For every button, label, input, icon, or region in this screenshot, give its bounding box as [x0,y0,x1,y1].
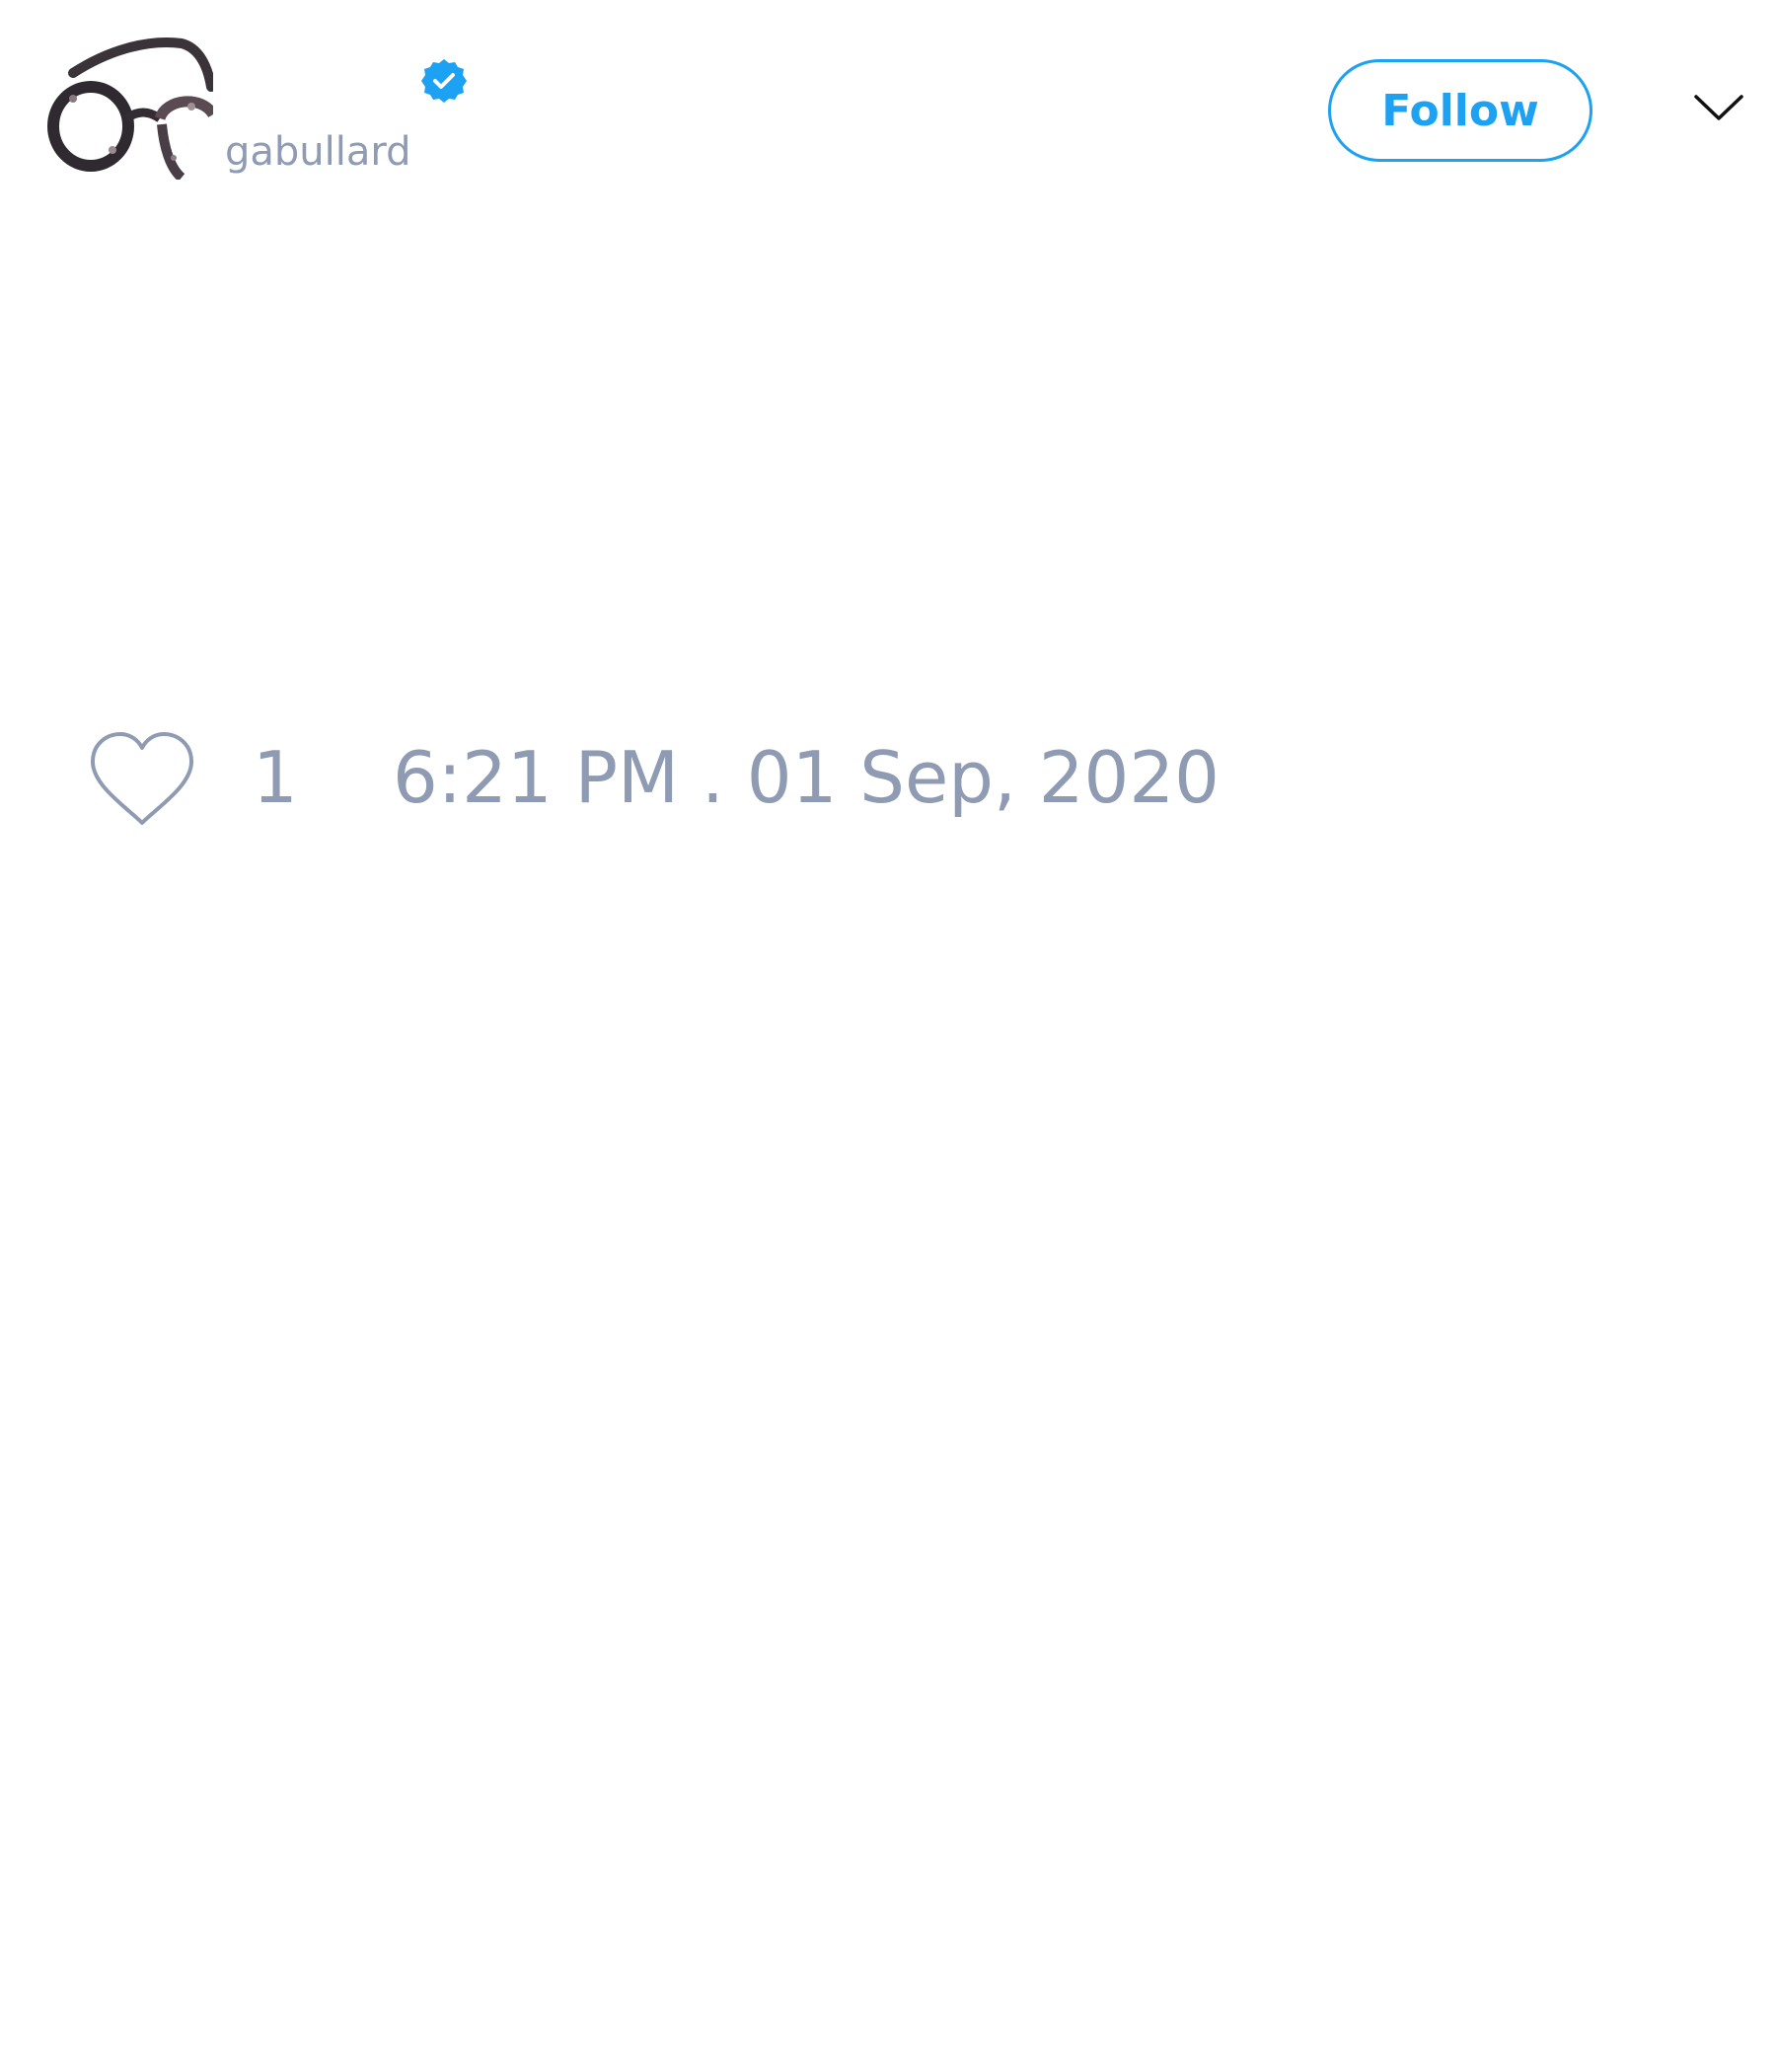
avatar[interactable] [43,30,213,180]
tweet-card: gabullard Follow 1 6:21 PM . 01 Sep, 202… [0,0,1776,2072]
author-handle[interactable]: gabullard [225,126,411,178]
like-count: 1 [253,736,298,819]
chevron-down-icon[interactable] [1693,91,1744,124]
verified-badge-icon [420,57,468,105]
follow-button[interactable]: Follow [1328,59,1592,162]
tweet-timestamp[interactable]: 6:21 PM . 01 Sep, 2020 [393,730,1220,825]
heart-icon[interactable] [87,730,197,829]
glasses-avatar-icon [47,37,213,180]
